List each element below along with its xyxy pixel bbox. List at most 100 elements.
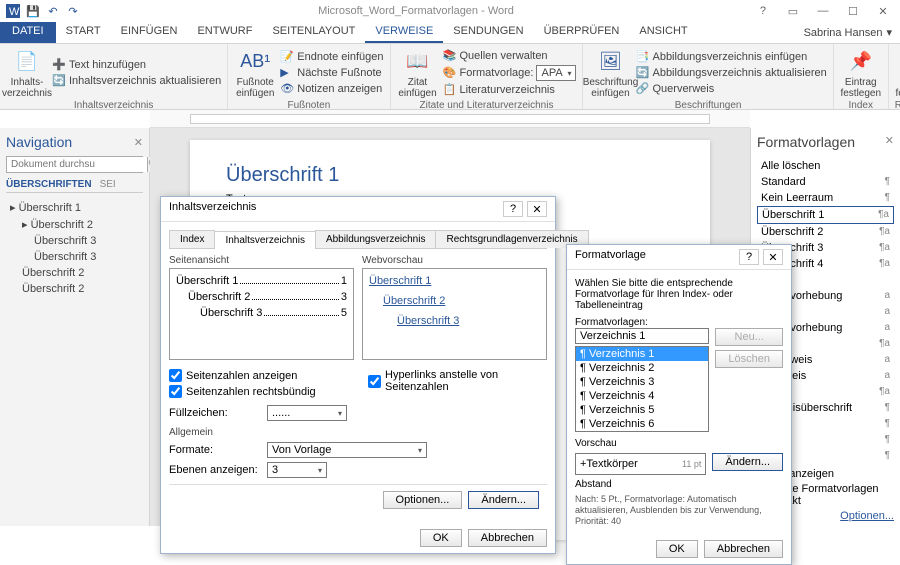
web-preview-label: Webvorschau: [362, 255, 547, 266]
close-icon[interactable]: ✕: [870, 2, 896, 20]
tab-start[interactable]: START: [56, 22, 111, 43]
caption-button[interactable]: 🖼Beschriftung einfügen: [589, 47, 631, 99]
nav-item[interactable]: Überschrift 3: [6, 233, 143, 249]
mark-entry-button[interactable]: 📌Eintrag festlegen: [840, 47, 882, 99]
nav-close-icon[interactable]: ✕: [134, 136, 143, 149]
style-row[interactable]: Kein Leerraum¶: [757, 190, 894, 206]
nav-tab-pages[interactable]: SEI: [100, 179, 116, 190]
citation-style-combo[interactable]: 🎨Formatvorlage: APA▾: [443, 65, 577, 81]
nav-item[interactable]: Überschrift 2: [6, 281, 143, 297]
svg-text:W: W: [9, 6, 20, 18]
style-row-selected[interactable]: Überschrift 1¶a: [757, 206, 894, 224]
window-title: Microsoft_Word_Formatvorlagen - Word: [318, 5, 514, 17]
styles-options-link[interactable]: Optionen...: [840, 510, 894, 522]
nav-item[interactable]: ▸ Überschrift 2: [6, 216, 143, 233]
tab-einfugen[interactable]: EINFÜGEN: [111, 22, 188, 43]
add-text-button[interactable]: ➕Text hinzufügen: [52, 58, 221, 72]
insert-figures-button[interactable]: 📑Abbildungsverzeichnis einfügen: [635, 50, 826, 64]
list-item[interactable]: ¶ Verzeichnis 6: [576, 417, 708, 431]
nav-search[interactable]: 🔍: [6, 156, 143, 173]
list-item[interactable]: ¶ Verzeichnis 1: [576, 347, 708, 361]
dlg-tab-figures[interactable]: Abbildungsverzeichnis: [315, 230, 437, 248]
ok-button[interactable]: OK: [656, 540, 698, 558]
tab-uberprufen[interactable]: ÜBERPRÜFEN: [534, 22, 630, 43]
title-bar: W 💾 ↶ ↷ Microsoft_Word_Formatvorlagen - …: [0, 0, 900, 22]
footnote-button[interactable]: AB¹Fußnote einfügen: [234, 47, 276, 99]
tab-entwurf[interactable]: ENTWURF: [187, 22, 262, 43]
list-item[interactable]: ¶ Verzeichnis 2: [576, 361, 708, 375]
style-row[interactable]: Alle löschen: [757, 158, 894, 174]
ribbon-tabs: DATEI START EINFÜGEN ENTWURF SEITENLAYOU…: [0, 22, 900, 44]
style-listbox[interactable]: ¶ Verzeichnis 1 ¶ Verzeichnis 2 ¶ Verzei…: [575, 346, 709, 432]
close-icon[interactable]: ✕: [763, 249, 783, 265]
update-toc-button[interactable]: 🔄Inhaltsverzeichnis aktualisieren: [52, 74, 221, 88]
nav-item[interactable]: Überschrift 2: [6, 265, 143, 281]
print-preview-label: Seitenansicht: [169, 255, 354, 266]
preview-box: +Textkörper11 pt: [575, 453, 706, 475]
help-icon[interactable]: ?: [750, 2, 776, 20]
navigation-pane: Navigation ✕ 🔍 ÜBERSCHRIFTEN SEI ▸ Übers…: [0, 128, 150, 526]
new-button[interactable]: Neu...: [715, 328, 783, 346]
style-row[interactable]: Standard¶: [757, 174, 894, 190]
tab-ansicht[interactable]: ANSICHT: [629, 22, 697, 43]
show-pagenum-check[interactable]: [169, 369, 182, 382]
dlg-tab-index[interactable]: Index: [169, 230, 215, 248]
list-item[interactable]: ¶ Verzeichnis 7: [576, 431, 708, 432]
toc-button[interactable]: 📄Inhalts- verzeichnis: [6, 47, 48, 99]
modify-button[interactable]: Ändern...: [712, 453, 783, 471]
styles-close-icon[interactable]: ✕: [885, 134, 894, 158]
nav-search-input[interactable]: [7, 157, 147, 172]
manage-sources-button[interactable]: 📚Quellen verwalten: [443, 49, 577, 63]
delete-button[interactable]: Löschen: [715, 350, 783, 368]
cancel-button[interactable]: Abbrechen: [468, 529, 547, 547]
tab-leader-combo[interactable]: ......▾: [267, 405, 347, 421]
toc-dialog: Inhaltsverzeichnis ? ✕ Index Inhaltsverz…: [160, 196, 556, 554]
tab-verweise[interactable]: VERWEISE: [365, 22, 443, 43]
ruler: [150, 110, 750, 128]
bibliography-button[interactable]: 📋Literaturverzeichnis: [443, 83, 577, 97]
nav-tab-headings[interactable]: ÜBERSCHRIFTEN: [6, 179, 92, 190]
nav-item[interactable]: Überschrift 3: [6, 249, 143, 265]
modify-button[interactable]: Ändern...: [468, 491, 539, 509]
spacing-label: Abstand: [575, 479, 783, 490]
style-dialog: Formatvorlage ? ✕ Wählen Sie bitte die e…: [566, 244, 792, 565]
minimize-icon[interactable]: —: [810, 2, 836, 20]
list-item[interactable]: ¶ Verzeichnis 3: [576, 375, 708, 389]
heading-1[interactable]: Überschrift 1: [226, 164, 674, 187]
dlg-tab-toc[interactable]: Inhaltsverzeichnis: [214, 231, 315, 249]
update-figures-button[interactable]: 🔄Abbildungsverzeichnis aktualisieren: [635, 66, 826, 80]
maximize-icon[interactable]: ☐: [840, 2, 866, 20]
style-row[interactable]: Überschrift 2¶a: [757, 224, 894, 240]
hyperlinks-check[interactable]: [368, 375, 381, 388]
tab-sendungen[interactable]: SENDUNGEN: [443, 22, 533, 43]
nav-item[interactable]: ▸ Überschrift 1: [6, 199, 143, 216]
user-name[interactable]: Sabrina Hansen ▾: [796, 22, 900, 43]
help-icon[interactable]: ?: [503, 201, 523, 217]
save-icon[interactable]: 💾: [24, 2, 42, 20]
ribbon-toggle-icon[interactable]: ▭: [780, 2, 806, 20]
next-footnote-button[interactable]: ▶Nächste Fußnote: [280, 66, 383, 80]
cancel-button[interactable]: Abbrechen: [704, 540, 783, 558]
citation-button[interactable]: 📖Zitat einfügen: [397, 47, 439, 99]
endnote-button[interactable]: 📝Endnote einfügen: [280, 50, 383, 64]
list-item[interactable]: ¶ Verzeichnis 5: [576, 403, 708, 417]
show-notes-button[interactable]: 👁Notizen anzeigen: [280, 82, 383, 96]
options-button[interactable]: Optionen...: [383, 491, 463, 509]
redo-icon[interactable]: ↷: [64, 2, 82, 20]
ribbon: 📄Inhalts- verzeichnis ➕Text hinzufügen 🔄…: [0, 44, 900, 110]
undo-icon[interactable]: ↶: [44, 2, 62, 20]
nav-tree: ▸ Überschrift 1 ▸ Überschrift 2 Überschr…: [6, 199, 143, 297]
tab-file[interactable]: DATEI: [0, 22, 56, 43]
tab-seitenlayout[interactable]: SEITENLAYOUT: [262, 22, 365, 43]
formats-combo[interactable]: Von Vorlage▾: [267, 442, 427, 458]
list-item[interactable]: ¶ Verzeichnis 4: [576, 389, 708, 403]
levels-spinner[interactable]: 3▾: [267, 462, 327, 478]
word-icon: W: [4, 2, 22, 20]
group-authorities: Rechtsgrundlagenverzeichnis: [895, 99, 900, 111]
close-icon[interactable]: ✕: [527, 201, 547, 217]
help-icon[interactable]: ?: [739, 249, 759, 265]
crossref-button[interactable]: 🔗Querverweis: [635, 82, 826, 96]
ok-button[interactable]: OK: [420, 529, 462, 547]
mark-citation-button[interactable]: ⚖Zitat festlegen: [895, 47, 900, 99]
right-align-check[interactable]: [169, 385, 182, 398]
